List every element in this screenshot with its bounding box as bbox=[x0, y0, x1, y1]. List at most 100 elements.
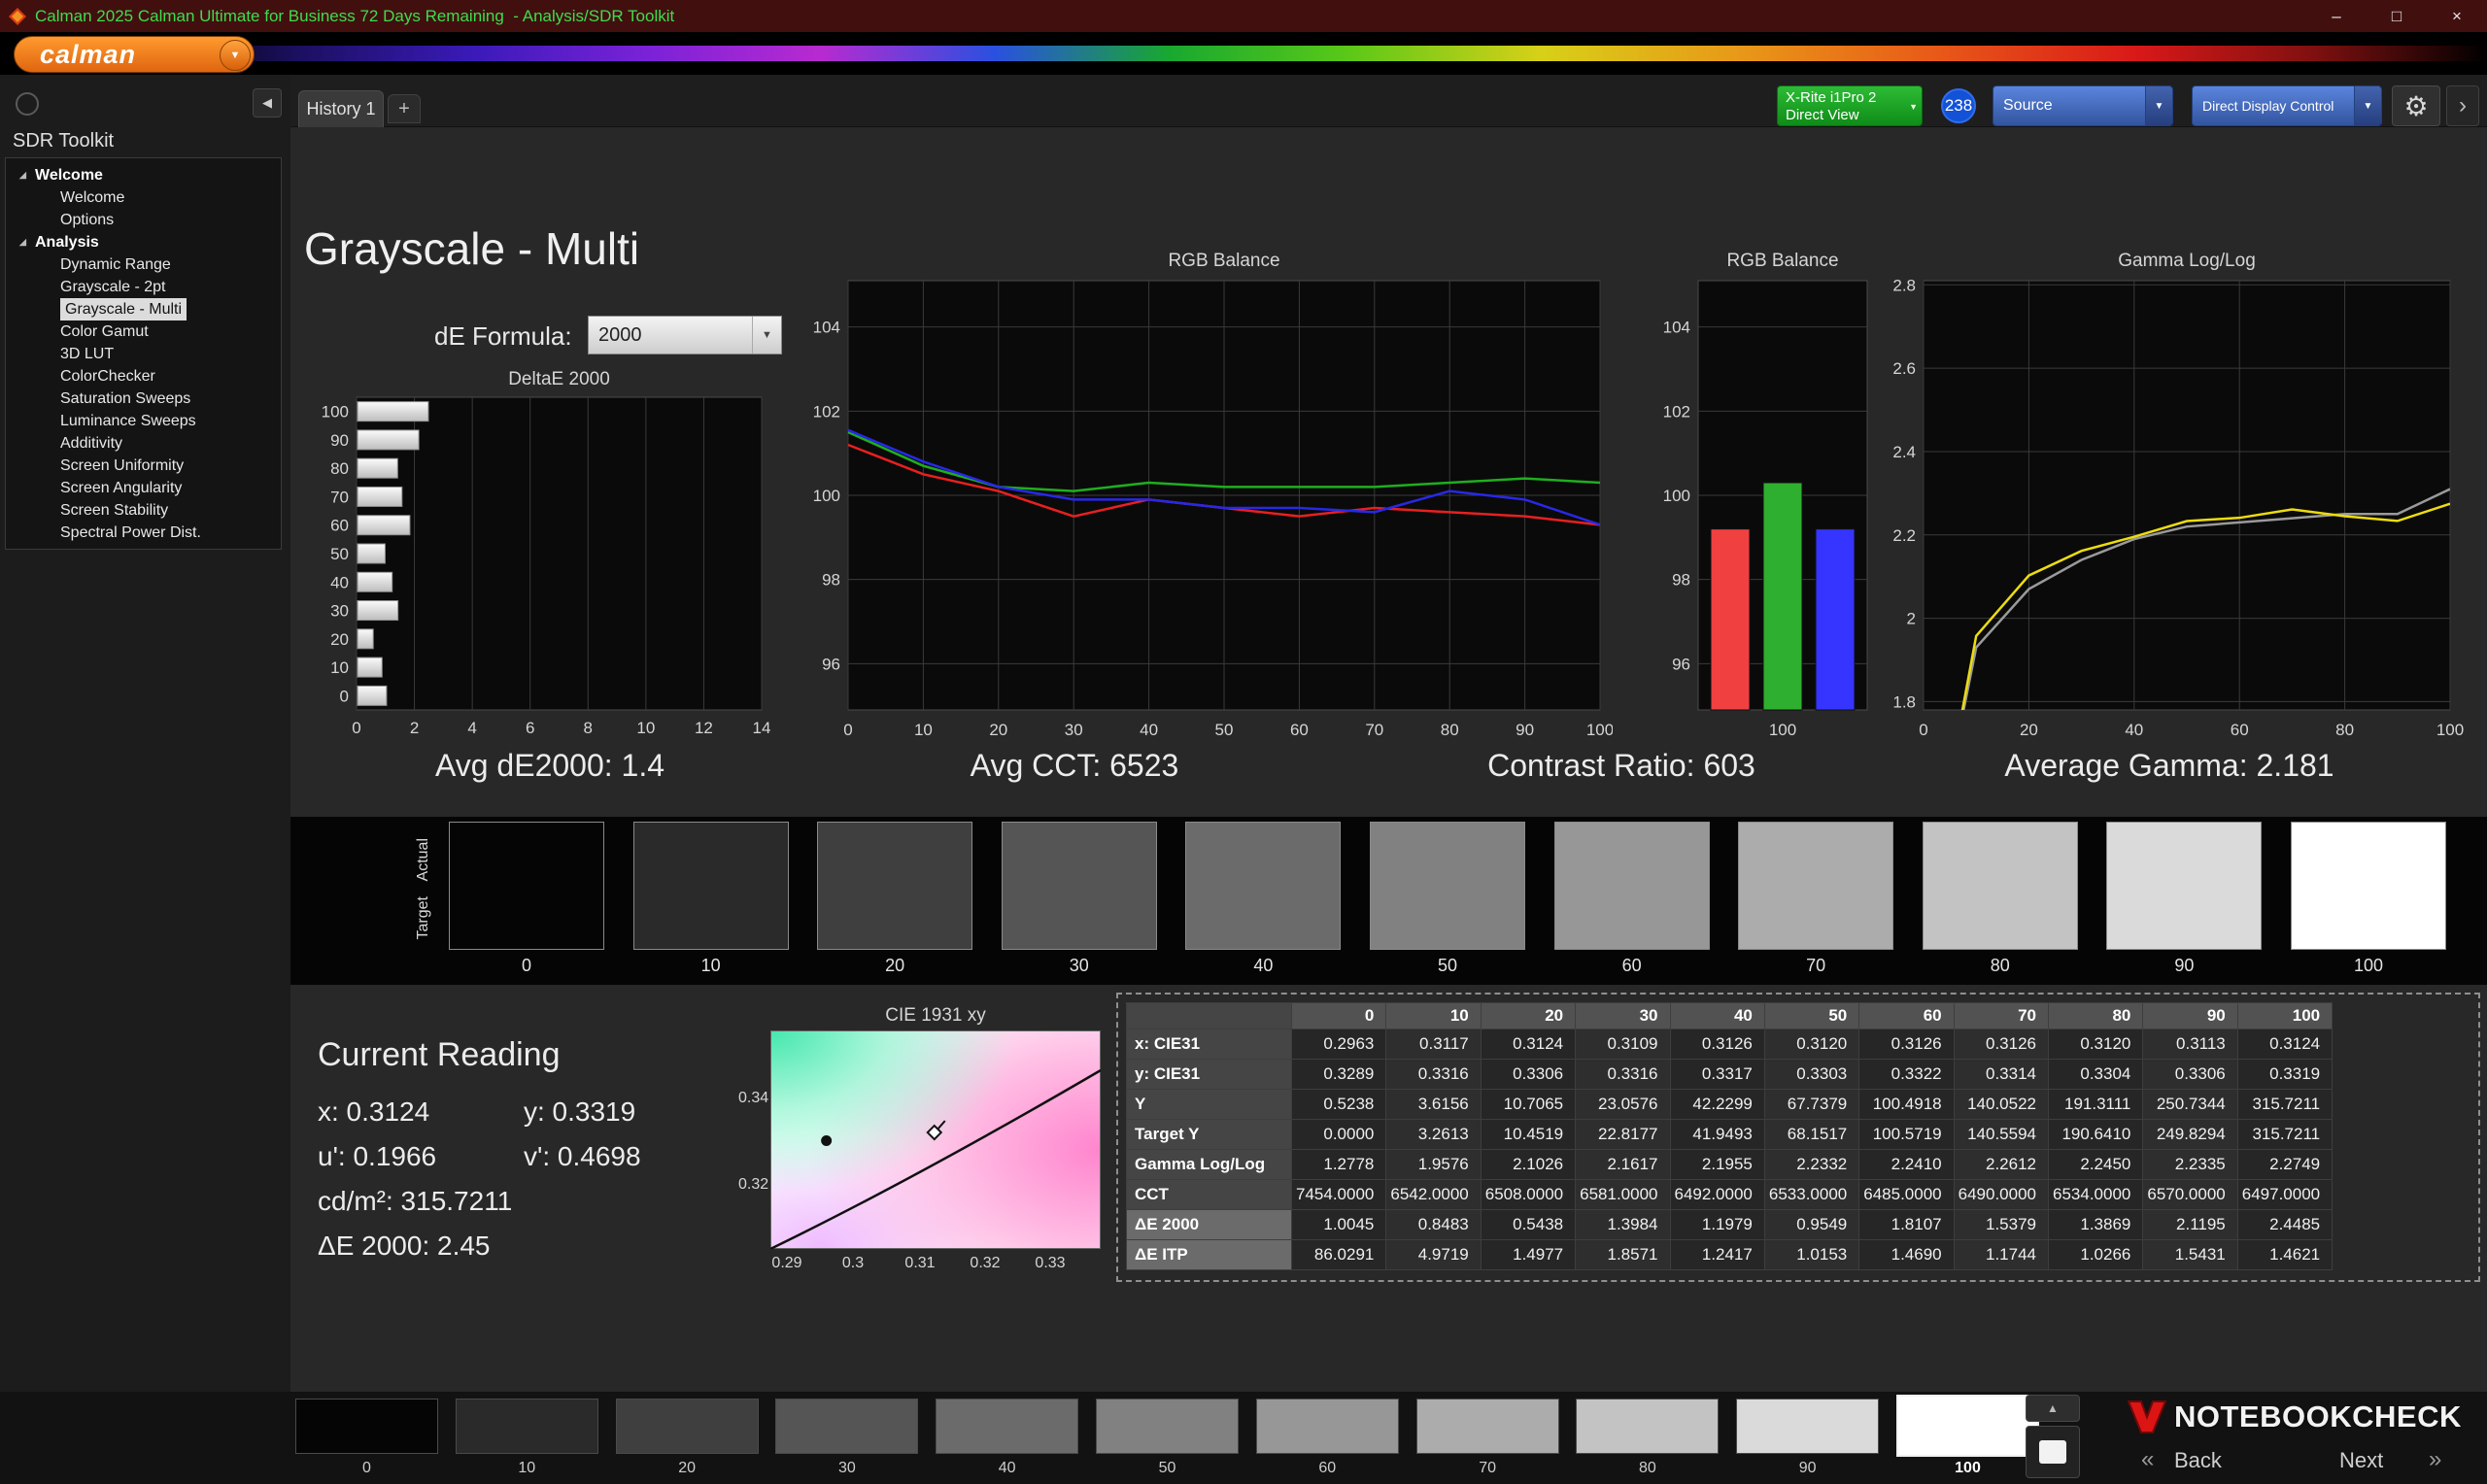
settings-button[interactable]: ⚙ bbox=[2392, 85, 2440, 126]
tree-item-label: Color Gamut bbox=[60, 320, 149, 343]
cell-y-100: 315.7211 bbox=[2237, 1090, 2332, 1120]
patch-button-60[interactable] bbox=[1256, 1399, 1399, 1454]
patch-button-90[interactable] bbox=[1736, 1399, 1879, 1454]
tree-item-colorchecker[interactable]: ColorChecker bbox=[6, 365, 281, 388]
cell-cct-50: 6533.0000 bbox=[1764, 1180, 1858, 1210]
cell-gamma-log-log-10: 1.9576 bbox=[1386, 1150, 1481, 1180]
cell-gamma-log-log-60: 2.2410 bbox=[1859, 1150, 1954, 1180]
svg-text:90: 90 bbox=[330, 431, 349, 450]
add-tab-button[interactable]: + bbox=[388, 94, 421, 123]
bar-blue bbox=[1816, 529, 1855, 710]
tree-item-welcome[interactable]: Welcome bbox=[6, 186, 281, 209]
cell-e-2000-50: 0.9549 bbox=[1764, 1210, 1858, 1240]
calman-logo-button[interactable]: calman ▼ bbox=[14, 36, 255, 73]
svg-text:8: 8 bbox=[584, 719, 593, 737]
target-row-label: Target bbox=[415, 896, 432, 939]
tree-item-saturation-sweeps[interactable]: Saturation Sweeps bbox=[6, 388, 281, 410]
patch-label-20: 20 bbox=[616, 1460, 759, 1477]
minimize-button[interactable]: – bbox=[2306, 0, 2367, 32]
tree-item-screen-uniformity[interactable]: Screen Uniformity bbox=[6, 455, 281, 477]
svg-text:50: 50 bbox=[330, 545, 349, 563]
tree-item-screen-stability[interactable]: Screen Stability bbox=[6, 499, 281, 522]
logo-menu-button[interactable]: ▼ bbox=[220, 40, 251, 71]
cell-gamma-log-log-30: 2.1617 bbox=[1576, 1150, 1670, 1180]
actual-row-label: Actual bbox=[415, 838, 432, 881]
close-button[interactable]: × bbox=[2427, 0, 2487, 32]
patch-button-80[interactable] bbox=[1576, 1399, 1719, 1454]
source-dropdown[interactable]: Source ▼ bbox=[1993, 85, 2173, 126]
calman-logo-text: calman bbox=[40, 40, 136, 70]
col-header-0: 0 bbox=[1292, 1003, 1386, 1029]
patch-button-100[interactable] bbox=[1896, 1395, 2039, 1457]
patch-button-30[interactable] bbox=[775, 1399, 918, 1454]
locus-curve bbox=[770, 1070, 1101, 1249]
display-control-dropdown[interactable]: Direct Display Control ▼ bbox=[2192, 85, 2382, 126]
row-label: Gamma Log/Log bbox=[1127, 1150, 1292, 1180]
meter-select-button[interactable]: X-Rite i1Pro 2 Direct View ▼ bbox=[1777, 85, 1923, 126]
svg-text:0: 0 bbox=[340, 687, 349, 705]
tree-section-welcome[interactable]: ◢Welcome bbox=[6, 164, 281, 186]
tree-item-additivity[interactable]: Additivity bbox=[6, 432, 281, 455]
tab-history-1[interactable]: History 1 bbox=[298, 90, 384, 127]
cell-y-cie31-50: 0.3303 bbox=[1764, 1060, 1858, 1090]
next-chevron-icon: » bbox=[2429, 1446, 2441, 1473]
cell-y-cie31-30: 0.3316 bbox=[1576, 1060, 1670, 1090]
display-icon bbox=[2039, 1440, 2066, 1464]
tree-item-label: Options bbox=[60, 209, 114, 231]
cell-e-2000-100: 2.4485 bbox=[2237, 1210, 2332, 1240]
tree-item-screen-angularity[interactable]: Screen Angularity bbox=[6, 477, 281, 499]
tree-item-grayscale-2pt[interactable]: Grayscale - 2pt bbox=[6, 276, 281, 298]
back-button[interactable]: Back bbox=[2174, 1448, 2222, 1473]
svg-text:12: 12 bbox=[695, 719, 713, 737]
svg-text:0: 0 bbox=[1919, 721, 1927, 739]
tree-item-spectral-power-dist[interactable]: Spectral Power Dist. bbox=[6, 522, 281, 544]
tree-section-analysis[interactable]: ◢Analysis bbox=[6, 231, 281, 253]
patch-button-50[interactable] bbox=[1096, 1399, 1239, 1454]
svg-text:20: 20 bbox=[330, 630, 349, 649]
col-header-70: 70 bbox=[1954, 1003, 2048, 1029]
tree-item-label: Spectral Power Dist. bbox=[60, 522, 201, 544]
main-content: Grayscale - Multi dE Formula: 2000 ▼ Del… bbox=[290, 127, 2487, 1392]
chart-title: RGB Balance bbox=[1726, 251, 1838, 271]
cell-e-itp-60: 1.4690 bbox=[1859, 1240, 1954, 1270]
tree-item-grayscale-multi[interactable]: Grayscale - Multi bbox=[6, 298, 281, 320]
svg-text:90: 90 bbox=[1516, 721, 1534, 739]
sidebar-collapse-button[interactable]: ◀ bbox=[253, 88, 282, 118]
cie-1931-chart: CIE 1931 xy 0.340.32 0.290.30.310.320.33 bbox=[738, 1005, 1127, 1289]
cell-x-cie31-40: 0.3126 bbox=[1670, 1029, 1764, 1060]
tree-item-luminance-sweeps[interactable]: Luminance Sweeps bbox=[6, 410, 281, 432]
patch-button-20[interactable] bbox=[616, 1399, 759, 1454]
tree-item-label: Saturation Sweeps bbox=[60, 388, 190, 410]
pattern-window-button[interactable] bbox=[2026, 1426, 2080, 1478]
svg-text:0: 0 bbox=[843, 721, 852, 739]
cell-e-2000-80: 1.3869 bbox=[2049, 1210, 2143, 1240]
sidebar: ◀ SDR Toolkit ◢WelcomeWelcomeOptions◢Ana… bbox=[0, 75, 290, 1392]
cell-cct-40: 6492.0000 bbox=[1670, 1180, 1764, 1210]
svg-text:6: 6 bbox=[526, 719, 534, 737]
svg-text:1.8: 1.8 bbox=[1892, 692, 1916, 711]
swatch-label-80: 80 bbox=[1923, 956, 2078, 976]
patch-button-10[interactable] bbox=[456, 1399, 598, 1454]
tree-item-label: 3D LUT bbox=[60, 343, 114, 365]
swatch-30 bbox=[1002, 822, 1157, 950]
tree-item-color-gamut[interactable]: Color Gamut bbox=[6, 320, 281, 343]
bar-green bbox=[1763, 483, 1802, 710]
next-button[interactable]: Next bbox=[2339, 1448, 2383, 1473]
col-header-80: 80 bbox=[2049, 1003, 2143, 1029]
cell-target-y-90: 249.8294 bbox=[2143, 1120, 2237, 1150]
patch-scroll-up-button[interactable]: ▲ bbox=[2026, 1395, 2080, 1422]
tree-item-label: Grayscale - 2pt bbox=[60, 276, 165, 298]
patch-button-40[interactable] bbox=[936, 1399, 1078, 1454]
measurement-table-region: 0102030405060708090100x: CIE310.29630.31… bbox=[1116, 993, 2480, 1282]
tree-item-3d-lut[interactable]: 3D LUT bbox=[6, 343, 281, 365]
sidebar-circle-icon[interactable] bbox=[16, 92, 39, 116]
de-formula-select[interactable]: 2000 ▼ bbox=[588, 316, 782, 354]
cell-y-cie31-40: 0.3317 bbox=[1670, 1060, 1764, 1090]
forward-button[interactable]: › bbox=[2446, 85, 2479, 126]
patch-button-0[interactable] bbox=[295, 1399, 438, 1454]
patch-button-70[interactable] bbox=[1416, 1399, 1559, 1454]
tree-item-dynamic-range[interactable]: Dynamic Range bbox=[6, 253, 281, 276]
maximize-button[interactable]: □ bbox=[2367, 0, 2427, 32]
cell-y-cie31-20: 0.3306 bbox=[1481, 1060, 1575, 1090]
tree-item-options[interactable]: Options bbox=[6, 209, 281, 231]
